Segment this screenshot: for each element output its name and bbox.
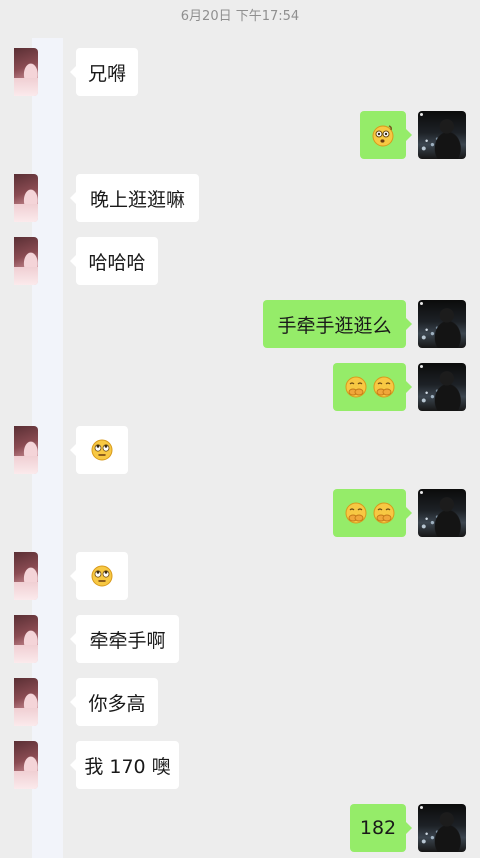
message-row: 你多高 [0, 678, 480, 726]
chat-timestamp: 6月20日 下午17:54 [180, 9, 300, 24]
message-text: 晚上逛逛嘛 [89, 188, 185, 211]
incoming-emoji-bubble[interactable] [70, 552, 128, 600]
message-text: 你多高 [88, 692, 146, 715]
my-avatar[interactable] [418, 300, 466, 348]
message-text: 哈哈哈 [88, 251, 146, 274]
message-row [0, 552, 480, 600]
contact-avatar[interactable] [14, 741, 38, 789]
message-text: 我 170 噢 [84, 755, 171, 778]
incoming-message-bubble[interactable]: 哈哈哈 [70, 237, 158, 285]
eye-roll-emoji-icon [90, 438, 114, 462]
contact-avatar[interactable] [14, 615, 38, 663]
incoming-message-bubble[interactable]: 晚上逛逛嘛 [70, 174, 199, 222]
message-row: 晚上逛逛嘛 [0, 174, 480, 222]
message-text: 182 [359, 817, 397, 839]
eye-roll-emoji-icon [90, 564, 114, 588]
outgoing-emoji-bubble[interactable] [360, 111, 412, 159]
message-row: 哈哈哈 [0, 237, 480, 285]
incoming-message-bubble[interactable]: 你多高 [70, 678, 158, 726]
message-text: 手牵手逛逛么 [277, 314, 392, 337]
message-row: 我 170 噢 [0, 741, 480, 789]
contact-avatar[interactable] [14, 678, 38, 726]
message-row: 182 [0, 804, 480, 852]
shy-hands-emoji-icon [344, 375, 368, 399]
outgoing-message-bubble[interactable]: 手牵手逛逛么 [263, 300, 412, 348]
shy-hands-emoji-icon [372, 501, 396, 525]
my-avatar[interactable] [418, 111, 466, 159]
my-avatar[interactable] [418, 489, 466, 537]
my-avatar[interactable] [418, 363, 466, 411]
message-row [0, 489, 480, 537]
dizzy-face-emoji-icon [371, 123, 395, 147]
message-row: 手牵手逛逛么 [0, 300, 480, 348]
my-avatar[interactable] [418, 804, 466, 852]
contact-avatar[interactable] [14, 174, 38, 222]
incoming-emoji-bubble[interactable] [70, 426, 128, 474]
message-row [0, 426, 480, 474]
outgoing-message-bubble[interactable]: 182 [350, 804, 412, 852]
contact-avatar[interactable] [14, 426, 38, 474]
message-text: 牵牵手啊 [89, 629, 166, 652]
incoming-message-bubble[interactable]: 牵牵手啊 [70, 615, 179, 663]
contact-avatar[interactable] [14, 237, 38, 285]
incoming-message-bubble[interactable]: 兄嘚 [70, 48, 138, 96]
message-row [0, 111, 480, 159]
incoming-message-bubble[interactable]: 我 170 噢 [70, 741, 179, 789]
message-row [0, 363, 480, 411]
contact-avatar[interactable] [14, 48, 38, 96]
message-text: 兄嘚 [88, 62, 127, 85]
shy-hands-emoji-icon [344, 501, 368, 525]
outgoing-emoji-bubble[interactable] [333, 363, 412, 411]
message-row: 兄嘚 [0, 48, 480, 96]
outgoing-emoji-bubble[interactable] [333, 489, 412, 537]
contact-avatar[interactable] [14, 552, 38, 600]
message-row: 牵牵手啊 [0, 615, 480, 663]
shy-hands-emoji-icon [372, 375, 396, 399]
